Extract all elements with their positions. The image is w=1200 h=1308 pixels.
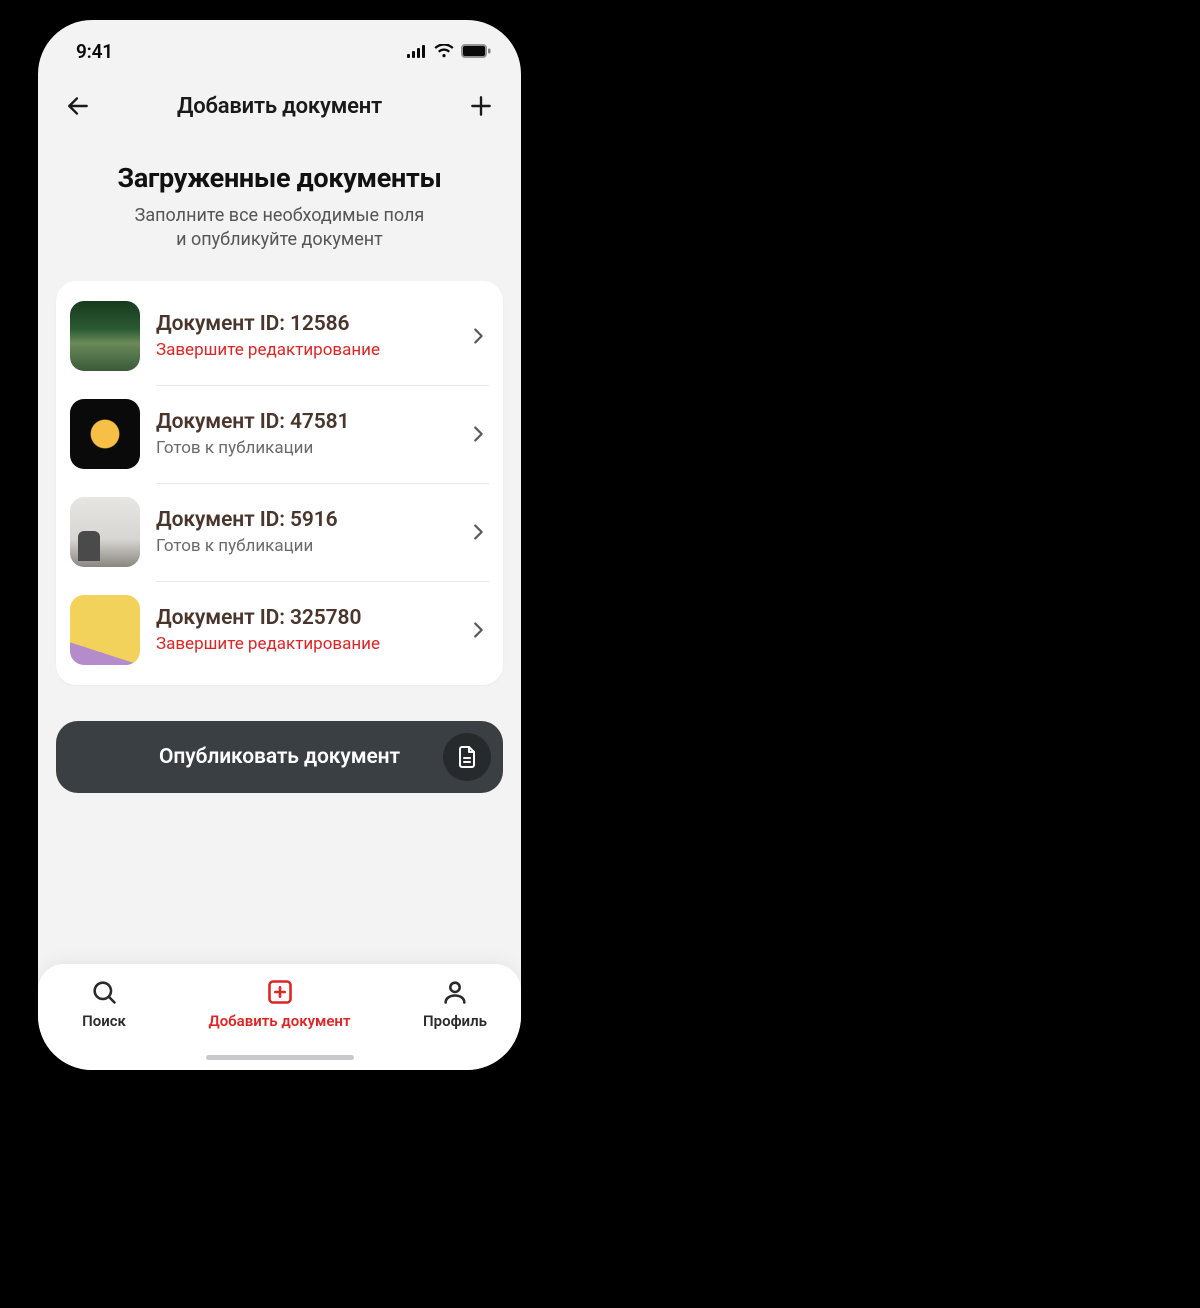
home-indicator — [206, 1055, 354, 1060]
document-thumbnail — [70, 497, 140, 567]
back-button[interactable] — [62, 90, 94, 122]
page-subtitle-line2: и опубликуйте документ — [176, 229, 383, 250]
tab-label: Добавить документ — [208, 1012, 350, 1030]
plus-icon — [468, 93, 494, 119]
document-row[interactable]: Документ ID: 12586 Завершите редактирова… — [56, 287, 503, 385]
document-status: Готов к публикации — [156, 536, 451, 556]
nav-title: Добавить документ — [177, 94, 382, 119]
status-time: 9:41 — [76, 40, 113, 63]
document-thumbnail — [70, 595, 140, 665]
document-row[interactable]: Документ ID: 47581 Готов к публикации — [56, 385, 503, 483]
battery-icon — [461, 44, 491, 58]
document-title: Документ ID: 12586 — [156, 312, 451, 336]
chevron-right-icon — [467, 619, 489, 641]
document-title: Документ ID: 47581 — [156, 410, 451, 434]
chevron-right-icon — [467, 423, 489, 445]
document-body: Документ ID: 325780 Завершите редактиров… — [156, 606, 451, 654]
document-status: Готов к публикации — [156, 438, 451, 458]
phone-frame: 9:41 Добавить документ Загруженные докум… — [38, 20, 521, 1070]
page-subtitle-line1: Заполните все необходимые поля — [135, 205, 425, 226]
page-title: Загруженные документы — [62, 162, 497, 194]
document-status: Завершите редактирование — [156, 634, 451, 654]
document-row[interactable]: Документ ID: 5916 Готов к публикации — [56, 483, 503, 581]
publish-button[interactable]: Опубликовать документ — [56, 721, 503, 793]
plus-square-icon — [266, 978, 294, 1006]
tab-profile[interactable]: Профиль — [415, 978, 495, 1070]
publish-label: Опубликовать документ — [159, 745, 400, 769]
document-row[interactable]: Документ ID: 325780 Завершите редактиров… — [56, 581, 503, 679]
publish-icon-wrap — [443, 733, 491, 781]
search-icon — [90, 978, 118, 1006]
document-thumbnail — [70, 399, 140, 469]
chevron-right-icon — [467, 325, 489, 347]
document-body: Документ ID: 12586 Завершите редактирова… — [156, 312, 451, 360]
status-bar: 9:41 — [38, 24, 521, 78]
tab-bar: Поиск Добавить документ Профиль — [38, 964, 521, 1070]
tab-label: Профиль — [423, 1012, 487, 1030]
user-icon — [441, 978, 469, 1006]
document-title: Документ ID: 325780 — [156, 606, 451, 630]
cellular-icon — [407, 45, 427, 58]
chevron-right-icon — [467, 521, 489, 543]
tab-label: Поиск — [82, 1012, 126, 1030]
page-subtitle: Заполните все необходимые поля и опублик… — [62, 204, 497, 253]
document-thumbnail — [70, 301, 140, 371]
document-status: Завершите редактирование — [156, 340, 451, 360]
status-icons — [407, 44, 491, 58]
document-body: Документ ID: 47581 Готов к публикации — [156, 410, 451, 458]
document-body: Документ ID: 5916 Готов к публикации — [156, 508, 451, 556]
documents-card: Документ ID: 12586 Завершите редактирова… — [56, 281, 503, 685]
page-header: Загруженные документы Заполните все необ… — [38, 134, 521, 253]
tab-search[interactable]: Поиск — [64, 978, 144, 1070]
arrow-left-icon — [65, 93, 91, 119]
add-button[interactable] — [465, 90, 497, 122]
document-icon — [455, 745, 479, 769]
document-title: Документ ID: 5916 — [156, 508, 451, 532]
nav-header: Добавить документ — [38, 78, 521, 134]
wifi-icon — [434, 44, 454, 58]
